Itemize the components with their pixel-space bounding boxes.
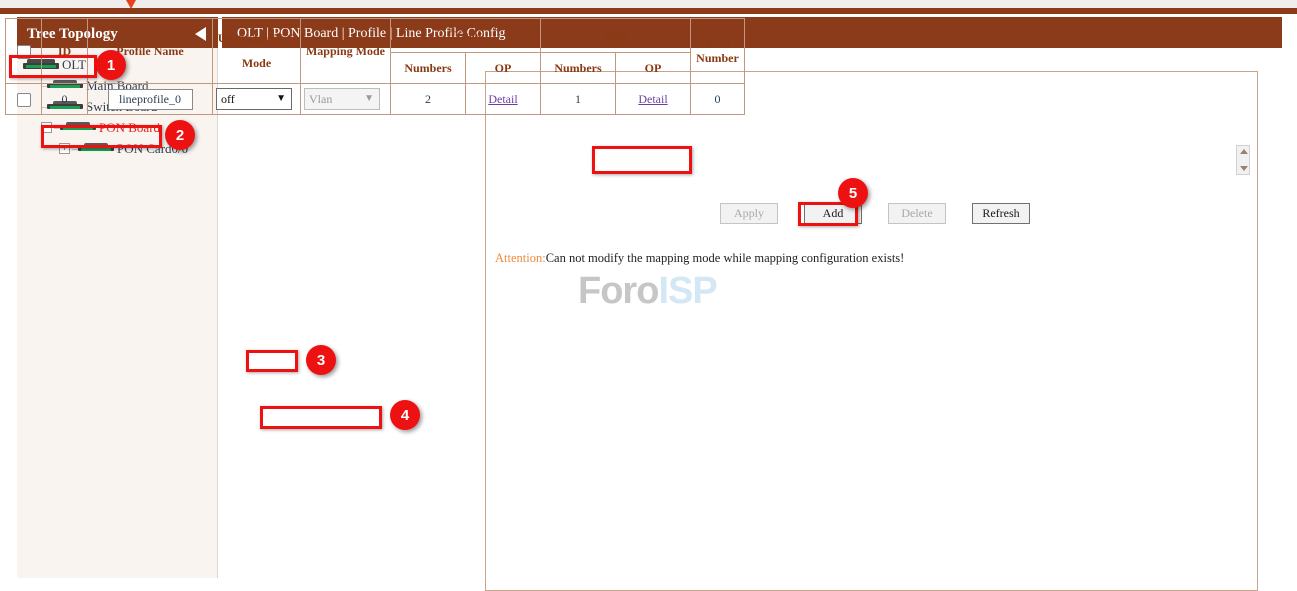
scroll-down-icon[interactable]	[1240, 166, 1248, 171]
row-tcont-numbers: 2	[391, 84, 466, 115]
annotation-highlight-olt	[9, 55, 97, 78]
apply-button[interactable]: Apply	[720, 203, 778, 224]
chevron-down-icon: ▼	[276, 93, 286, 104]
header-bind-line1: Bind	[694, 36, 741, 51]
header-gem-op: OP	[616, 53, 691, 84]
action-button-row: Apply Add Delete Refresh	[720, 203, 1030, 224]
row-gem-op-cell: Detail	[616, 84, 691, 115]
watermark: ForoISP	[578, 270, 717, 313]
table-header-row-1: ID Profile Name Upstream FEC Mode Mappin…	[6, 19, 745, 53]
header-tcont-numbers: Numbers	[391, 53, 466, 84]
row-profile-name-cell	[88, 84, 213, 115]
scroll-up-icon[interactable]	[1240, 149, 1248, 154]
row-upstream-fec-cell: off ▼	[213, 84, 301, 115]
annotation-highlight-line-profile-config	[260, 406, 382, 429]
table-row-scrollbar[interactable]	[1236, 145, 1250, 175]
annotation-highlight-pon-board	[41, 125, 162, 148]
header-upstream-fec-line2: Mode	[216, 56, 297, 71]
row-mapping-mode-cell: Vlan ▼	[301, 84, 391, 115]
header-tcont-group: TCont	[391, 19, 541, 53]
header-gem-numbers: Numbers	[541, 53, 616, 84]
upstream-fec-mode-value: off	[221, 92, 235, 107]
attention-prefix: Attention:	[495, 251, 546, 265]
row-tcont-op-cell: Detail	[466, 84, 541, 115]
header-tcont-op: OP	[466, 53, 541, 84]
table-row: 0 off ▼ Vlan ▼ 2 Detail 1	[6, 84, 745, 115]
profile-name-input[interactable]	[108, 89, 193, 110]
annotation-highlight-profile-name	[592, 146, 692, 174]
gem-detail-link[interactable]: Detail	[638, 92, 667, 106]
header-bind-line2: Number	[694, 51, 741, 66]
header-gem-group: gem	[541, 19, 691, 53]
row-select-cell	[6, 84, 42, 115]
row-gem-numbers: 1	[541, 84, 616, 115]
annotation-highlight-profile	[246, 350, 298, 372]
header-bind-number: Bind Number	[691, 19, 745, 84]
header-upstream-fec-mode: Upstream FEC Mode	[213, 19, 301, 84]
chevron-down-icon: ▼	[364, 93, 374, 104]
attention-message: Attention:Can not modify the mapping mod…	[495, 251, 904, 266]
top-strip-light	[0, 0, 1297, 8]
row-checkbox[interactable]	[17, 93, 31, 107]
refresh-button[interactable]: Refresh	[972, 203, 1030, 224]
attention-text: Can not modify the mapping mode while ma…	[546, 251, 905, 265]
delete-button[interactable]: Delete	[888, 203, 946, 224]
annotation-badge-2: 2	[165, 120, 195, 150]
annotation-badge-4: 4	[390, 400, 420, 430]
annotation-badge-3: 3	[306, 345, 336, 375]
watermark-part1: Foro	[578, 270, 658, 312]
mapping-mode-value: Vlan	[309, 92, 332, 107]
annotation-badge-1: 1	[96, 50, 126, 80]
tcont-detail-link[interactable]: Detail	[488, 92, 517, 106]
annotation-badge-5: 5	[838, 178, 868, 208]
mapping-mode-select: Vlan ▼	[304, 88, 380, 110]
row-bind-number: 0	[691, 84, 745, 115]
row-id: 0	[42, 84, 88, 115]
upstream-fec-mode-select[interactable]: off ▼	[216, 88, 292, 110]
header-upstream-fec-line1: Upstream FEC	[216, 31, 297, 46]
watermark-part2: ISP	[658, 270, 716, 312]
header-mapping-mode: Mapping Mode	[301, 19, 391, 84]
